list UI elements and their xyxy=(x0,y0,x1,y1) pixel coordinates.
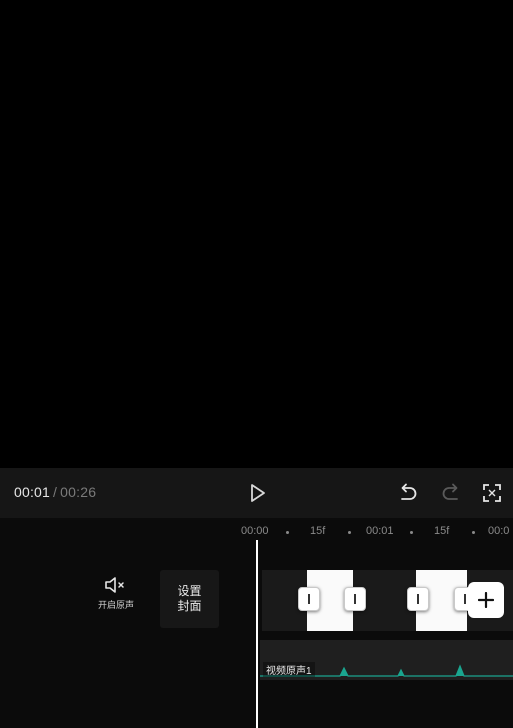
cover-label-line-1: 设置 xyxy=(177,584,202,598)
ruler-label: 00:00 xyxy=(241,525,269,537)
plus-icon xyxy=(478,592,494,608)
add-clip-button[interactable] xyxy=(468,582,504,618)
trim-grip xyxy=(417,594,419,604)
playback-control-bar: 00:01/00:26 xyxy=(0,468,513,518)
trim-grip xyxy=(308,594,310,604)
play-button[interactable] xyxy=(244,479,272,507)
cover-label-line-2: 封面 xyxy=(177,599,202,613)
trim-grip xyxy=(354,594,356,604)
video-preview[interactable] xyxy=(0,0,513,468)
set-cover-button[interactable]: 设置 封面 xyxy=(160,570,219,628)
redo-icon xyxy=(442,483,458,500)
redo-button[interactable] xyxy=(437,479,465,507)
audio-track[interactable]: 视频原声1 xyxy=(260,640,513,680)
ruler-label: 15f xyxy=(434,525,450,537)
trim-grip xyxy=(464,594,466,604)
trim-handle[interactable] xyxy=(407,587,429,611)
ruler-label: 00:01 xyxy=(366,525,394,537)
time-display: 00:01/00:26 xyxy=(14,484,96,500)
audio-track-label: 视频原声1 xyxy=(263,662,315,677)
ruler-label: 00:0 xyxy=(488,525,510,537)
undo-icon xyxy=(401,483,417,500)
trim-handle[interactable] xyxy=(344,587,366,611)
video-track[interactable] xyxy=(262,570,513,631)
total-time: 00:26 xyxy=(60,484,97,500)
ruler-dot xyxy=(286,531,289,534)
mute-original-audio-button[interactable]: 开启原声 xyxy=(92,576,140,622)
ruler-label: 15f xyxy=(310,525,326,537)
time-separator: / xyxy=(53,484,58,500)
ruler-dot xyxy=(410,531,413,534)
fullscreen-icon xyxy=(483,484,501,502)
video-editor: 00:01/00:26 00:00 15f 00:01 15f 00:0 开启原… xyxy=(0,0,513,728)
current-time: 00:01 xyxy=(14,484,51,500)
ruler-dot xyxy=(472,531,475,534)
undo-button[interactable] xyxy=(394,479,422,507)
trim-handle[interactable] xyxy=(298,587,320,611)
speaker-muted-icon xyxy=(105,577,124,593)
playhead[interactable] xyxy=(256,540,258,728)
play-icon xyxy=(251,484,265,502)
fullscreen-button[interactable] xyxy=(478,479,506,507)
mute-label: 开启原声 xyxy=(97,600,134,610)
ruler-dot xyxy=(348,531,351,534)
timeline[interactable]: 00:00 15f 00:01 15f 00:0 开启原声 设置 封面 视频原声… xyxy=(0,518,513,728)
